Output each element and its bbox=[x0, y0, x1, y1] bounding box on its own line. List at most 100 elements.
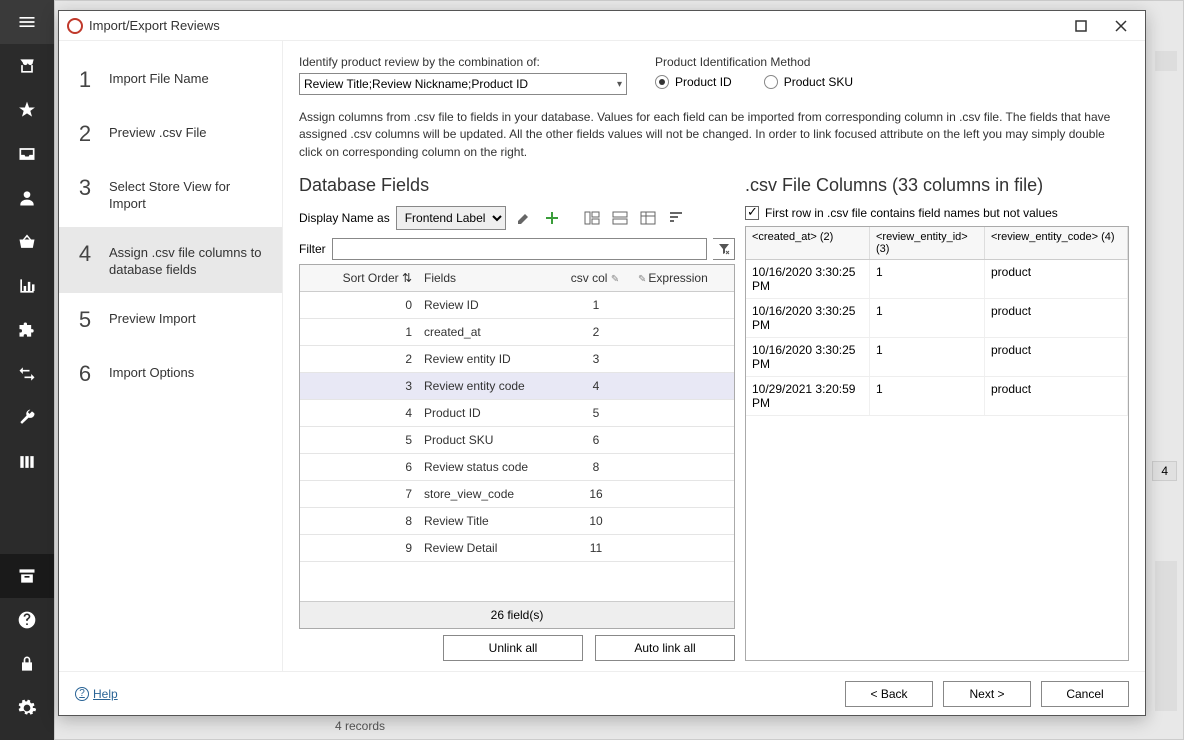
csv-row[interactable]: 10/16/2020 3:30:25 PM1product bbox=[746, 260, 1128, 299]
firstrow-checkbox[interactable] bbox=[745, 206, 759, 220]
cancel-button[interactable]: Cancel bbox=[1041, 681, 1129, 707]
step-content: Identify product review by the combinati… bbox=[283, 41, 1145, 671]
radio-icon bbox=[764, 75, 778, 89]
step-number: 4 bbox=[71, 241, 99, 267]
chart-icon[interactable] bbox=[0, 264, 54, 308]
unlink-all-button[interactable]: Unlink all bbox=[443, 635, 583, 661]
table-row[interactable]: 6Review status code8 bbox=[300, 454, 734, 481]
close-button[interactable] bbox=[1101, 14, 1141, 38]
identify-label: Identify product review by the combinati… bbox=[299, 55, 627, 69]
bg-strip bbox=[1155, 51, 1177, 71]
wizard-step-3[interactable]: 3 Select Store View for Import bbox=[59, 161, 282, 227]
table-row[interactable]: 9Review Detail11 bbox=[300, 535, 734, 562]
wizard-step-2[interactable]: 2Preview .csv File bbox=[59, 107, 282, 161]
table-row[interactable]: 1created_at2 bbox=[300, 319, 734, 346]
csv-row[interactable]: 10/29/2021 3:20:59 PM1product bbox=[746, 377, 1128, 416]
csv-col-entity-id[interactable]: <review_entity_id> (3) bbox=[870, 227, 985, 259]
table-row[interactable]: 8Review Title10 bbox=[300, 508, 734, 535]
step-label: Import File Name bbox=[109, 67, 209, 88]
col-fields[interactable]: Fields bbox=[420, 265, 558, 291]
col-sort-order[interactable]: Sort Order ⇅ bbox=[300, 265, 420, 291]
step-number: 3 bbox=[71, 175, 99, 201]
step-label: Import Options bbox=[109, 361, 194, 382]
table-row[interactable]: 7store_view_code16 bbox=[300, 481, 734, 508]
csv-row[interactable]: 10/16/2020 3:30:25 PM1product bbox=[746, 338, 1128, 377]
grid-footer: 26 field(s) bbox=[300, 601, 734, 628]
sort-icon[interactable] bbox=[664, 206, 688, 230]
puzzle-icon[interactable] bbox=[0, 308, 54, 352]
step-label: Assign .csv file columns to database fie… bbox=[109, 241, 269, 279]
csv-row[interactable]: 10/16/2020 3:30:25 PM1product bbox=[746, 299, 1128, 338]
auto-link-all-button[interactable]: Auto link all bbox=[595, 635, 735, 661]
table-row[interactable]: 0Review ID1 bbox=[300, 292, 734, 319]
radio-label: Product SKU bbox=[784, 75, 853, 89]
csv-columns-title: .csv File Columns (33 columns in file) bbox=[745, 175, 1129, 196]
next-button[interactable]: Next > bbox=[943, 681, 1031, 707]
columns-icon[interactable] bbox=[0, 440, 54, 484]
db-fields-grid: Sort Order ⇅ Fields csv col ✎ ✎Expressio… bbox=[299, 264, 735, 629]
table-row[interactable]: 5Product SKU6 bbox=[300, 427, 734, 454]
step-label: Preview .csv File bbox=[109, 121, 207, 142]
step-label: Preview Import bbox=[109, 307, 196, 328]
csv-col-created-at[interactable]: <created_at> (2) bbox=[746, 227, 870, 259]
wrench-icon[interactable] bbox=[0, 396, 54, 440]
col-expression[interactable]: ✎Expression bbox=[634, 265, 734, 291]
archive-icon[interactable] bbox=[0, 554, 54, 598]
star-icon[interactable] bbox=[0, 88, 54, 132]
radio-label: Product ID bbox=[675, 75, 732, 89]
hamburger-icon[interactable] bbox=[0, 0, 54, 44]
identify-combo-value: Review Title;Review Nickname;Product ID bbox=[304, 77, 528, 91]
help-icon[interactable] bbox=[0, 598, 54, 642]
edit-icon[interactable] bbox=[512, 206, 536, 230]
radio-icon bbox=[655, 75, 669, 89]
csv-grid: <created_at> (2) <review_entity_id> (3) … bbox=[745, 226, 1129, 661]
step-number: 5 bbox=[71, 307, 99, 333]
table-row[interactable]: 3Review entity code4 bbox=[300, 373, 734, 400]
basket-icon[interactable] bbox=[0, 220, 54, 264]
inbox-icon[interactable] bbox=[0, 132, 54, 176]
layout-icon-1[interactable] bbox=[580, 206, 604, 230]
layout-icon-2[interactable] bbox=[608, 206, 632, 230]
wizard-steps: 1 Import File Name 2Preview .csv File 3 Sele… bbox=[59, 41, 283, 671]
filter-clear-icon[interactable] bbox=[713, 238, 735, 260]
radio-product-id[interactable]: Product ID bbox=[655, 75, 732, 89]
radio-product-sku[interactable]: Product SKU bbox=[764, 75, 853, 89]
identify-combo[interactable]: Review Title;Review Nickname;Product ID … bbox=[299, 73, 627, 95]
app-icon bbox=[67, 18, 83, 34]
step-number: 1 bbox=[71, 67, 99, 93]
filter-input[interactable] bbox=[332, 238, 707, 260]
app-sidebar bbox=[0, 0, 54, 740]
lock-icon[interactable] bbox=[0, 642, 54, 686]
col-csv[interactable]: csv col ✎ bbox=[558, 265, 634, 291]
csv-col-entity-code[interactable]: <review_entity_code> (4) bbox=[985, 227, 1128, 259]
wizard-step-4[interactable]: 4 Assign .csv file columns to database fi… bbox=[59, 227, 282, 293]
wizard-step-1[interactable]: 1 Import File Name bbox=[59, 53, 282, 107]
maximize-button[interactable] bbox=[1061, 14, 1101, 38]
filter-label: Filter bbox=[299, 242, 326, 256]
wizard-step-6[interactable]: 6 Import Options bbox=[59, 347, 282, 401]
db-fields-title: Database Fields bbox=[299, 175, 735, 196]
bg-badge: 4 bbox=[1152, 461, 1177, 481]
record-count: 4 records bbox=[335, 719, 385, 733]
user-icon[interactable] bbox=[0, 176, 54, 220]
gear-icon[interactable] bbox=[0, 686, 54, 730]
table-row[interactable]: 2Review entity ID3 bbox=[300, 346, 734, 373]
display-name-label: Display Name as bbox=[299, 211, 390, 225]
chevron-down-icon: ▾ bbox=[617, 79, 622, 90]
help-link[interactable]: ? Help bbox=[75, 687, 118, 701]
back-button[interactable]: < Back bbox=[845, 681, 933, 707]
add-icon[interactable] bbox=[540, 206, 564, 230]
step-number: 6 bbox=[71, 361, 99, 387]
dialog-title: Import/Export Reviews bbox=[89, 18, 1061, 33]
wizard-step-5[interactable]: 5 Preview Import bbox=[59, 293, 282, 347]
transfer-icon[interactable] bbox=[0, 352, 54, 396]
display-name-select[interactable]: Frontend Label bbox=[396, 206, 506, 230]
pim-label: Product Identification Method bbox=[655, 55, 1129, 69]
store-icon[interactable] bbox=[0, 44, 54, 88]
step-label: Select Store View for Import bbox=[109, 175, 269, 213]
layout-icon-3[interactable] bbox=[636, 206, 660, 230]
firstrow-label: First row in .csv file contains field na… bbox=[765, 206, 1058, 220]
help-icon: ? bbox=[75, 687, 89, 701]
description-text: Assign columns from .csv file to fields … bbox=[299, 109, 1129, 161]
table-row[interactable]: 4Product ID5 bbox=[300, 400, 734, 427]
